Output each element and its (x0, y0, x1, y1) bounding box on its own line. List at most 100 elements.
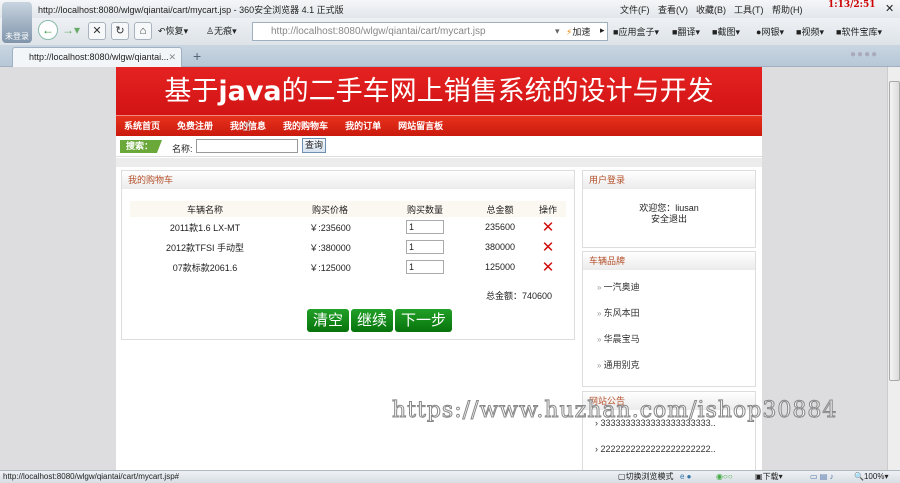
forward-button[interactable]: →▾ (62, 23, 80, 37)
grand-total-value: 740600 (522, 291, 553, 301)
logout-link[interactable]: 安全退出 (583, 214, 755, 225)
stop-button[interactable]: ✕ (88, 22, 106, 40)
site-banner: 基于java的二手车网上销售系统的设计与开发 (116, 67, 762, 115)
car-price: ￥:125000 (309, 262, 351, 273)
notice-item[interactable]: › 2222222222222222222222.. (583, 436, 755, 462)
window-controls-icon[interactable]: ●●●● (850, 49, 878, 60)
vertical-scrollbar[interactable] (887, 67, 900, 470)
scrollbar-thumb[interactable] (889, 81, 900, 381)
menu-view[interactable]: 查看(V) (658, 3, 688, 16)
status-bar: http://localhost:8080/wlgw/qiantai/cart/… (0, 470, 900, 483)
brand-item[interactable]: » 东风本田 (583, 300, 755, 326)
car-name: 2012款TFSI 手动型 (165, 242, 245, 253)
main-nav: 系统首页 免费注册 我的信息 我的购物车 我的订单 网站留言板 (116, 115, 762, 136)
avatar[interactable]: 未登录 (2, 2, 32, 43)
table-row: 2011款1.6 LX-MT ￥:235600 1 235600 ✕ (130, 217, 566, 237)
login-title: 用户登录 (583, 171, 755, 189)
quantity-input[interactable]: 1 (406, 220, 444, 234)
grand-total-label: 总金额： (486, 291, 523, 301)
quantity-input[interactable]: 1 (406, 260, 444, 274)
tool-app-box[interactable]: ■应用盒子▾ (613, 25, 659, 38)
refresh-button[interactable]: ↻ (111, 22, 129, 40)
title-post: 的二手车网上销售系统的设计与开发 (281, 76, 714, 107)
double-chevron-icon: » (597, 283, 604, 292)
status-url: http://localhost:8080/wlgw/qiantai/cart/… (3, 472, 180, 481)
tool-translate[interactable]: ■翻译▾ (672, 25, 700, 38)
car-name: 2011款1.6 LX-MT (169, 222, 241, 233)
row-total: 125000 (484, 262, 516, 272)
title-pre: 基于 (164, 76, 219, 107)
cart-table: 车辆名称 购买价格 购买数量 总金额 操作 2011款1.6 LX-MT ￥:2… (130, 201, 566, 277)
menu-favorites[interactable]: 收藏(B) (696, 3, 726, 16)
private-mode-button[interactable]: ♙无痕▾ (206, 24, 237, 37)
tab-close-icon[interactable]: ✕ (168, 48, 176, 66)
status-icons[interactable]: ▭ ▤ ♪ (810, 471, 834, 483)
car-price: ￥:380000 (309, 242, 351, 253)
double-chevron-icon: » (597, 335, 604, 344)
home-button[interactable]: ⌂ (134, 22, 152, 40)
delete-icon[interactable]: ✕ (542, 219, 555, 236)
tool-video[interactable]: ■视频▾ (796, 25, 824, 38)
delete-icon[interactable]: ✕ (542, 239, 555, 256)
tool-screenshot[interactable]: ■截图▾ (712, 25, 740, 38)
col-price: 购买价格 (280, 201, 380, 217)
car-name: 07款标款2061.6 (172, 262, 238, 273)
nav-home[interactable]: 系统首页 (124, 116, 160, 136)
delete-icon[interactable]: ✕ (542, 259, 555, 276)
nav-my-cart[interactable]: 我的购物车 (283, 116, 328, 136)
brand-item[interactable]: » 一汽奥迪 (583, 274, 755, 300)
menu-help[interactable]: 帮助(H) (772, 3, 803, 16)
login-panel: 用户登录 欢迎您：liusan 安全退出 (582, 170, 756, 248)
brand-item[interactable]: » 通用别克 (583, 352, 755, 378)
watermark: https://www.huzhan.com/ishop30884 (391, 398, 838, 424)
car-price: ￥:235600 (309, 222, 351, 233)
col-qty: 购买数量 (380, 201, 470, 217)
tool-software[interactable]: ■软件宝库▾ (836, 25, 882, 38)
restore-label: 恢复 (165, 26, 184, 36)
clear-cart-button[interactable]: 清空 (307, 309, 350, 332)
menu-tools[interactable]: 工具(T) (734, 3, 764, 16)
search-name-label: 名称: (172, 144, 193, 154)
download-button[interactable]: ▣下载▾ (755, 471, 783, 483)
avatar-label: 未登录 (5, 32, 29, 41)
tool-banking[interactable]: ●网银▾ (756, 25, 784, 38)
menu-file[interactable]: 文件(F) (620, 3, 650, 16)
switch-mode-button[interactable]: ▢切换浏览模式 (618, 471, 674, 483)
nav-register[interactable]: 免费注册 (177, 116, 213, 136)
private-label: 无痕 (214, 26, 233, 36)
double-chevron-icon: » (597, 361, 604, 370)
toggle-icon[interactable]: ◉○○ (716, 471, 733, 483)
next-step-button[interactable]: 下一步 (395, 309, 453, 332)
col-name: 车辆名称 (130, 201, 280, 217)
search-badge: 搜索： (120, 140, 162, 153)
quantity-input[interactable]: 1 (406, 240, 444, 254)
browser-toolbar: ← →▾ ✕ ↻ ⌂ ↶恢复▾ ♙无痕▾ http://localhost:80… (0, 18, 900, 45)
clock-overlay: 1:13/2:51 (828, 0, 876, 10)
cart-header-row: 车辆名称 购买价格 购买数量 总金额 操作 (130, 201, 566, 217)
speed-up-button[interactable]: ⚡加速 (566, 25, 590, 38)
tab-bar: http://localhost:8080/wlgw/qiantai... ✕ … (0, 45, 900, 67)
search-input[interactable] (196, 139, 298, 153)
continue-shopping-button[interactable]: 继续 (351, 309, 394, 332)
divider (116, 158, 762, 167)
table-row: 2012款TFSI 手动型 ￥:380000 1 380000 ✕ (130, 237, 566, 257)
brand-item[interactable]: » 华晨宝马 (583, 326, 755, 352)
back-button[interactable]: ← (38, 20, 58, 40)
nav-my-orders[interactable]: 我的订单 (345, 116, 381, 136)
search-bar: 搜索： 名称: 查询 (116, 136, 762, 157)
address-text: http://localhost:8080/wlgw/qiantai/cart/… (271, 26, 486, 37)
address-dropdown-icon[interactable]: ▾ (555, 26, 560, 37)
tab-active[interactable]: http://localhost:8080/wlgw/qiantai... ✕ (12, 47, 182, 67)
close-icon[interactable]: ✕ (885, 2, 894, 15)
search-button[interactable]: 查询 (302, 138, 326, 153)
go-icon[interactable]: ▸ (600, 25, 605, 36)
col-total: 总金额 (470, 201, 530, 217)
grand-total: 总金额：740600 (486, 289, 552, 302)
cart-title: 我的购物车 (122, 171, 574, 189)
restore-button[interactable]: ↶恢复▾ (158, 24, 188, 37)
ie-icon[interactable]: e ● (680, 471, 692, 483)
cart-panel: 我的购物车 车辆名称 购买价格 购买数量 总金额 操作 2011款1.6 LX-… (121, 170, 575, 340)
new-tab-button[interactable]: + (193, 48, 201, 64)
nav-message-board[interactable]: 网站留言板 (398, 116, 443, 136)
zoom-level[interactable]: 🔍100%▾ (854, 471, 888, 483)
